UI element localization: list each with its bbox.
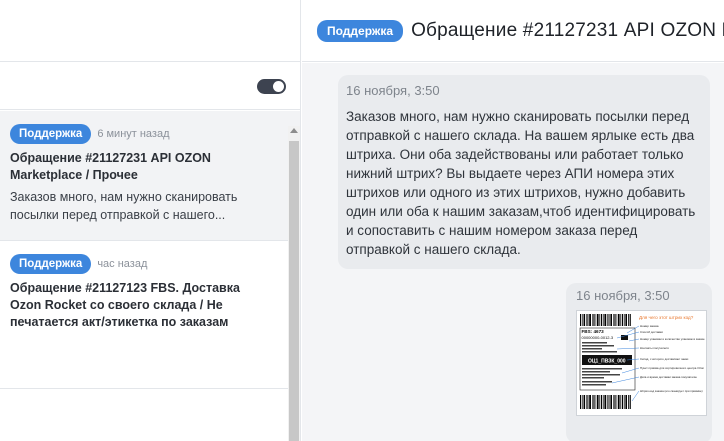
annotation-label: Номер заказа <box>640 324 659 328</box>
annotation-label: Номер упаковки и количество упаковок в з… <box>640 337 705 341</box>
image-fbs: FBS: 4673 <box>582 329 605 334</box>
annotation-label: Пункт приёма для сортировочного центра O… <box>640 366 704 370</box>
image-heading: Для чего этот штрих код? <box>639 315 694 320</box>
annotation-label: Штрих-код заказа (его сканирует при приё… <box>640 389 703 393</box>
image-code: ОЦ1_ПВЗК_000 <box>588 359 626 365</box>
ticket-title: Обращение #21127123 FBS. Доставка Ozon R… <box>10 281 240 329</box>
chat-panel: Поддержка Обращение #21127231 API OZON M… <box>302 0 724 441</box>
message-bubble-image: 16 ноября, 3:50 Для чего этот штрих код? <box>566 283 712 441</box>
image-number: 00000000-0012-3 <box>582 335 614 340</box>
filter-bar <box>0 62 300 110</box>
left-top-bar <box>0 0 300 62</box>
message-bubble: 16 ноября, 3:50 Заказов много, нам нужно… <box>338 75 710 269</box>
message-text: Заказов много, нам нужно сканировать пос… <box>346 109 696 257</box>
tickets-panel: Поддержка 6 минут назад Обращение #21127… <box>0 0 301 441</box>
shipping-label-image: Для чего этот штрих код? FBS: 4673 00000… <box>577 311 706 415</box>
ticket-badge: Поддержка <box>10 124 92 144</box>
ticket-badge: Поддержка <box>10 254 92 274</box>
annotation-label: Склад, с которого доставляют заказ <box>640 357 689 361</box>
top-barcode <box>580 314 631 326</box>
ticket-time: 6 минут назад <box>97 128 170 140</box>
ticket-list: Поддержка 6 минут назад Обращение #21127… <box>0 111 300 441</box>
message-area: 16 ноября, 3:50 Заказов много, нам нужно… <box>302 63 724 441</box>
ticket-title: Обращение #21127231 API OZON Marketplace… <box>10 151 211 182</box>
attached-image[interactable]: Для чего этот штрих код? FBS: 4673 00000… <box>576 310 707 416</box>
chat-badge: Поддержка <box>317 19 404 42</box>
annotation-label: Контакты получателя <box>640 346 669 350</box>
filter-toggle[interactable] <box>257 79 286 94</box>
message-date: 16 ноября, 3:50 <box>346 83 440 98</box>
message-date: 16 ноября, 3:50 <box>576 288 670 303</box>
annotation-label: Дата и время доставки заказа покупателю <box>640 375 698 379</box>
toggle-knob <box>273 81 284 92</box>
scrollbar-thumb[interactable] <box>289 141 299 441</box>
chat-title: Обращение #21127231 API OZON Marketplace… <box>411 19 724 41</box>
ticket-item[interactable]: Поддержка 6 минут назад Обращение #21127… <box>0 111 300 241</box>
scroll-up-arrow-icon[interactable] <box>290 128 298 133</box>
chat-header: Поддержка Обращение #21127231 API OZON M… <box>302 0 724 62</box>
annotation-label: Способ доставки <box>640 330 663 334</box>
ticket-list-scrollbar[interactable] <box>288 126 300 441</box>
ticket-item[interactable]: Поддержка час назад Обращение #21127123 … <box>0 241 300 389</box>
ticket-preview: Заказов много, нам нужно сканировать пос… <box>10 190 238 222</box>
ticket-time: час назад <box>97 258 148 270</box>
bottom-barcode <box>580 395 631 409</box>
